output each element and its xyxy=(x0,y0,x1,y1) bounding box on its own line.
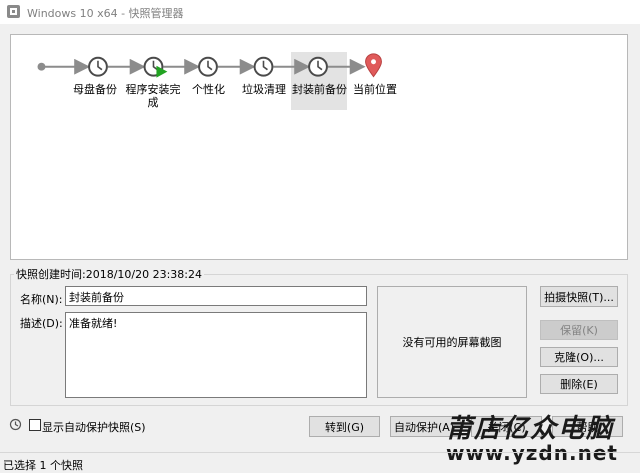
goto-button[interactable]: 转到(G) xyxy=(309,416,380,437)
description-label: 描述(D): xyxy=(20,317,63,330)
snapshot-node-label[interactable]: 当前位置 xyxy=(353,83,397,96)
snapshot-node-label[interactable]: 个性化 xyxy=(192,83,225,96)
location-pin-icon xyxy=(365,53,382,78)
snapshot-tree xyxy=(37,53,382,78)
status-text: 已选择 1 个快照 xyxy=(3,459,83,472)
show-autoprotect-label[interactable]: 显示自动保护快照(S) xyxy=(42,419,146,435)
clock-icon xyxy=(253,56,274,77)
clone-button[interactable]: 克隆(O)... xyxy=(540,347,618,367)
vmware-icon xyxy=(7,5,20,18)
screenshot-preview: 没有可用的屏幕截图 xyxy=(377,286,527,398)
preview-empty-text: 没有可用的屏幕截图 xyxy=(402,336,502,349)
circle-dot-icon xyxy=(37,62,46,71)
snapshot-created-caption: 快照创建时间:2018/10/20 23:38:24 xyxy=(14,266,205,282)
title-bar: Windows 10 x64 - 快照管理器 xyxy=(0,0,640,24)
snapshot-node-label-selected[interactable]: 封装前备份 xyxy=(292,83,347,96)
clock-icon xyxy=(308,56,328,77)
watermark-brand: 莆店亿众电脑 xyxy=(446,414,615,444)
delete-button[interactable]: 删除(E) xyxy=(540,374,618,394)
window-title: Windows 10 x64 - 快照管理器 xyxy=(27,7,184,20)
show-autoprotect-checkbox[interactable] xyxy=(29,419,41,431)
clock-icon xyxy=(198,56,218,77)
description-field[interactable]: 准备就绪! xyxy=(65,312,367,398)
name-label: 名称(N): xyxy=(20,293,63,306)
keep-button[interactable]: 保留(K) xyxy=(540,320,618,340)
clock-icon xyxy=(88,56,108,77)
take-snapshot-button[interactable]: 拍摄快照(T)... xyxy=(540,286,618,307)
name-field[interactable]: 封装前备份 xyxy=(65,286,367,306)
snapshot-node-label[interactable]: 母盘备份 xyxy=(73,83,117,96)
history-clock-icon[interactable] xyxy=(9,418,22,431)
status-bar: 已选择 1 个快照 xyxy=(0,452,640,472)
snapshot-node-label[interactable]: 垃圾清理 xyxy=(242,83,286,96)
snapshot-node-label[interactable]: 程序安装完成 xyxy=(125,83,181,109)
snapshot-tree-panel[interactable]: 母盘备份 程序安装完成 个性化 垃圾清理 封装前备份 当前位置 xyxy=(10,34,628,260)
